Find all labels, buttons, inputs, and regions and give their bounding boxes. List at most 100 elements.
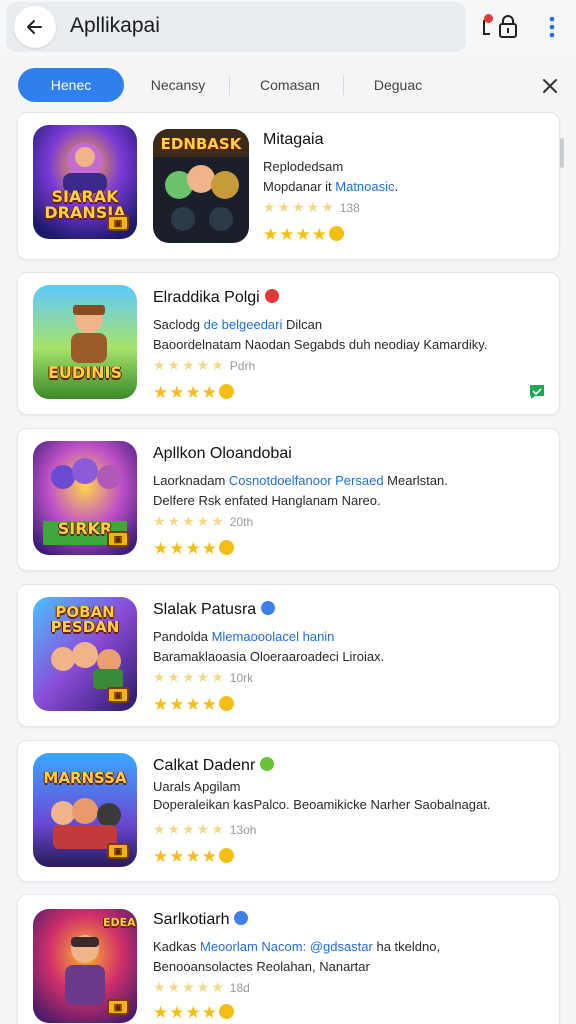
subtitle-text: Mearlstan. xyxy=(383,473,448,488)
rating-row: ★★★★★ 13oh xyxy=(153,821,257,837)
app-thumbnail: MARNSSA ▣ xyxy=(33,753,137,867)
rating-badge-icon xyxy=(218,848,234,863)
review-count: 18d xyxy=(229,981,250,995)
back-button[interactable] xyxy=(14,6,56,48)
page-title: Apllikapai xyxy=(70,14,160,37)
review-count: 13oh xyxy=(229,823,257,837)
app-card[interactable]: SIARAK DRANSIA ▣ EDNBASK Mitagaia Replod… xyxy=(17,112,560,260)
description-text: Mopdanar it xyxy=(263,179,336,194)
app-description: Mopdanar it Matnoasic. xyxy=(263,179,398,194)
app-card[interactable]: POBAN PESDAN ▣ Slalak Patusra Pandolda M… xyxy=(17,584,560,727)
app-thumbnail: EDEA ▣ xyxy=(33,909,137,1023)
tab-comasan[interactable]: Comasan xyxy=(240,68,340,102)
star-rating: ★★★★ xyxy=(153,1003,234,1023)
lock-button[interactable] xyxy=(478,12,522,42)
close-icon xyxy=(543,79,557,93)
subtitle-text: Pandolda xyxy=(153,629,212,644)
app-subtitle: Laorknadam Cosnotdoelfanoor Persaed Mear… xyxy=(153,473,448,488)
app-header: Apllikapai xyxy=(0,0,576,56)
arrow-left-icon xyxy=(27,20,42,34)
app-description: Delfere Rsk enfated Hanglanam Nareo. xyxy=(153,493,381,508)
app-title: Slalak Patusra xyxy=(153,601,276,619)
app-title-text: Sarlkotiarh xyxy=(153,911,230,928)
review-count: 20th xyxy=(229,515,254,529)
review-count: 138 xyxy=(339,201,360,215)
tab-deguac[interactable]: Deguac xyxy=(352,68,444,102)
app-subtitle: Kadkas Meoorlam Nacom: @gdsastar ha tkel… xyxy=(153,939,440,954)
app-card[interactable]: EUDINIS Elraddika Polgi Saclodg de belge… xyxy=(17,272,560,415)
app-title: Mitagaia xyxy=(263,131,324,148)
tab-henec[interactable]: Henec xyxy=(18,68,124,102)
thumbnail-badge: ▣ xyxy=(107,531,129,547)
thumbnail-badge: ▣ xyxy=(107,843,129,859)
app-subtitle: Saclodg de belgeedari Dilcan xyxy=(153,317,322,332)
star-rating: ★★★★ xyxy=(153,847,234,867)
filter-tabs: Henec Necansy Comasan Deguac xyxy=(0,64,576,106)
app-subtitle: Uarals Apgilam xyxy=(153,779,241,794)
app-thumbnail: EUDINIS xyxy=(33,285,137,399)
app-subtitle: Pandolda Mlemaooolacel hanin xyxy=(153,629,334,644)
close-tabs-button[interactable] xyxy=(536,72,564,100)
app-title: Sarlkotiarh xyxy=(153,911,249,929)
thumbnail-text: EUDINIS xyxy=(47,363,123,382)
app-card[interactable]: MARNSSA ▣ Calkat Dadenr Uarals Apgilam D… xyxy=(17,740,560,882)
app-subtitle: Replodedsam xyxy=(263,159,344,174)
rating-badge-icon xyxy=(218,384,234,399)
rating-row: ★★★★★ Pdrh xyxy=(153,357,256,373)
more-vertical-icon xyxy=(549,16,555,38)
star-rating: ★★★★ xyxy=(263,225,344,245)
app-title-text: Elraddika Polgi xyxy=(153,289,260,306)
review-count: 10rk xyxy=(229,671,254,685)
app-title: Apllkon Oloandobai xyxy=(153,445,292,462)
subtitle-link[interactable]: Cosnotdoelfanoor Persaed xyxy=(229,473,384,488)
rating-badge-icon xyxy=(218,1004,234,1019)
verified-icon xyxy=(260,757,275,771)
app-thumbnail: POBAN PESDAN ▣ xyxy=(33,597,137,711)
thumbnail-badge: ▣ xyxy=(107,687,129,703)
app-description: Doperaleikan kasPalco. Beoamikicke Narhe… xyxy=(153,797,491,812)
subtitle-text: Saclodg xyxy=(153,317,204,332)
app-title: Elraddika Polgi xyxy=(153,289,279,307)
rating-row: ★★★★★ 20th xyxy=(153,513,254,529)
subtitle-text: Kadkas xyxy=(153,939,200,954)
subtitle-link[interactable]: Mlemaooolacel hanin xyxy=(212,629,335,644)
app-title: Calkat Dadenr xyxy=(153,757,275,775)
star-rating: ★★★★ xyxy=(153,695,234,715)
review-count: Pdrh xyxy=(229,359,256,373)
subtitle-text: ha tkeldno, xyxy=(372,939,441,954)
thumbnail-badge: ▣ xyxy=(107,215,129,231)
tab-necansy[interactable]: Necansy xyxy=(130,68,226,102)
rating-row: ★★★★★ 18d xyxy=(153,979,250,995)
app-description: Baoordelnatam Naodan Segabds duh neodiay… xyxy=(153,337,488,352)
subtitle-link[interactable]: de belgeedari xyxy=(204,317,283,332)
subtitle-link[interactable]: Meoorlam Nacom: @gdsastar xyxy=(200,939,373,954)
app-thumbnail: SIARAK DRANSIA ▣ xyxy=(33,125,137,239)
star-rating: ★★★★ xyxy=(153,383,234,403)
thumbnail-badge: ▣ xyxy=(107,999,129,1015)
star-rating: ★★★★ xyxy=(153,539,234,559)
subtitle-text: Dilcan xyxy=(282,317,323,332)
app-thumbnail-secondary: EDNBASK xyxy=(153,129,249,243)
app-description: Baramaklaoasia Oloeraaroadeci Liroiax. xyxy=(153,649,385,664)
tab-divider xyxy=(229,75,230,95)
app-description: Benooansolactes Reolahan, Nanartar xyxy=(153,959,370,974)
rating-badge-icon xyxy=(328,226,344,241)
thumbnail-text: EDEA xyxy=(103,916,136,929)
rating-row: ★★★★★ 138 xyxy=(263,199,360,215)
verified-icon xyxy=(234,911,249,925)
notification-badge xyxy=(484,14,493,23)
rating-row: ★★★★★ 10rk xyxy=(153,669,254,685)
chat-icon[interactable] xyxy=(528,383,546,401)
subtitle-text: Laorknadam xyxy=(153,473,229,488)
more-options-button[interactable] xyxy=(540,12,564,42)
app-title-text: Slalak Patusra xyxy=(153,601,257,618)
description-link[interactable]: Matnoasic xyxy=(335,179,394,194)
thumbnail-text: MARNSSA xyxy=(43,769,127,787)
description-text: . xyxy=(394,179,399,194)
thumbnail-text: POBAN PESDAN xyxy=(50,603,120,636)
app-card[interactable]: EDEA ▣ Sarlkotiarh Kadkas Meoorlam Nacom… xyxy=(17,894,560,1024)
app-title-text: Calkat Dadenr xyxy=(153,757,256,774)
thumbnail-text: EDNBASK xyxy=(160,135,242,153)
app-card[interactable]: SIRKR ▣ Apllkon Oloandobai Laorknadam Co… xyxy=(17,428,560,571)
scrollbar[interactable] xyxy=(560,138,564,168)
